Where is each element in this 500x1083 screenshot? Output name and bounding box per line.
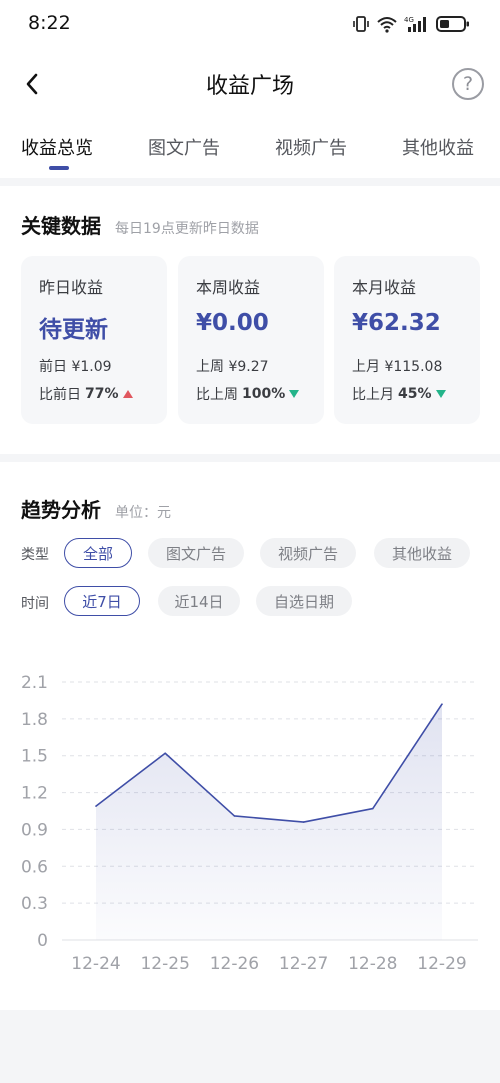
data-point — [233, 815, 236, 817]
kpi-label: 昨日收益 — [39, 278, 104, 297]
y-tick-label: 0.9 — [21, 820, 48, 840]
help-icon[interactable]: ? — [452, 68, 484, 100]
y-tick-label: 0.3 — [21, 894, 48, 914]
key-data-title: 关键数据 — [21, 214, 101, 238]
time-filter-label: 时间 — [21, 596, 49, 612]
key-data-card: 关键数据 每日19点更新昨日数据 昨日收益 待更新 前日 ¥1.09 比前日 77… — [0, 186, 500, 454]
y-tick-label: 0 — [37, 931, 48, 951]
x-tick-label: 12-27 — [279, 954, 328, 974]
kpi-prev: 上周 ¥9.27 — [196, 359, 269, 375]
trend-title: 趋势分析 — [21, 498, 101, 522]
header-area: 8:22 4G 收益广场 ? 收益总览 图文广告 视频广告 其他收益 — [0, 0, 500, 178]
type-chip-image-text[interactable]: 图文广告 — [148, 538, 244, 568]
x-tick-label: 12-29 — [417, 954, 466, 974]
tab-overview[interactable]: 收益总览 — [21, 134, 93, 160]
y-tick-label: 0.6 — [21, 857, 48, 877]
active-tab-indicator — [49, 166, 69, 170]
data-point — [441, 703, 443, 705]
kpi-prev: 上月 ¥115.08 — [352, 359, 443, 375]
tab-image-text-ads[interactable]: 图文广告 — [148, 134, 220, 160]
kpi-card-week[interactable]: 本周收益 ¥0.00 上周 ¥9.27 比上周 100% — [178, 256, 324, 424]
type-chip-other[interactable]: 其他收益 — [374, 538, 470, 568]
tab-other-income[interactable]: 其他收益 — [402, 134, 474, 160]
kpi-value: ¥0.00 — [196, 310, 269, 336]
kpi-compare: 比前日 77% — [39, 384, 133, 404]
kpi-card-month[interactable]: 本月收益 ¥62.32 上月 ¥115.08 比上月 45% — [334, 256, 480, 424]
y-tick-label: 1.2 — [21, 784, 48, 804]
x-tick-label: 12-24 — [71, 954, 120, 974]
y-tick-label: 2.1 — [21, 673, 48, 693]
key-data-header: 关键数据 每日19点更新昨日数据 — [21, 210, 259, 239]
type-chip-video[interactable]: 视频广告 — [260, 538, 356, 568]
tab-bar: 收益总览 图文广告 视频广告 其他收益 — [0, 122, 500, 178]
trend-unit: 单位：元 — [115, 505, 171, 521]
x-tick-label: 12-28 — [348, 954, 397, 974]
y-tick-label: 1.5 — [21, 747, 48, 767]
signal-icon: 4G — [404, 16, 426, 32]
data-point — [95, 805, 97, 807]
type-filter-label: 类型 — [21, 547, 49, 563]
wifi-icon — [377, 17, 397, 33]
kpi-value: ¥62.32 — [352, 310, 441, 336]
y-tick-label: 1.8 — [21, 710, 48, 730]
data-point — [302, 821, 305, 823]
vibrate-icon — [353, 16, 369, 32]
nav-bar: 收益广场 ? — [0, 48, 500, 122]
kpi-compare: 比上周 100% — [196, 384, 300, 404]
series-area — [96, 704, 442, 940]
data-point — [164, 752, 166, 755]
time-chip-custom[interactable]: 自选日期 — [256, 586, 352, 616]
status-time: 8:22 — [28, 12, 71, 34]
kpi-label: 本周收益 — [196, 278, 261, 297]
page-title: 收益广场 — [205, 74, 294, 99]
trend-up-icon — [122, 390, 133, 398]
x-tick-label: 12-26 — [210, 954, 259, 974]
kpi-prev: 前日 ¥1.09 — [39, 359, 112, 375]
data-point — [372, 807, 374, 810]
kpi-card-yesterday[interactable]: 昨日收益 待更新 前日 ¥1.09 比前日 77% — [21, 256, 167, 424]
key-data-subtitle: 每日19点更新昨日数据 — [115, 221, 259, 237]
kpi-compare: 比上月 45% — [352, 384, 446, 404]
time-chip-14d[interactable]: 近14日 — [158, 586, 240, 616]
status-bar: 8:22 4G — [0, 0, 500, 48]
kpi-value: 待更新 — [39, 317, 108, 343]
network-type: 4G — [404, 16, 414, 24]
kpi-label: 本月收益 — [352, 278, 417, 297]
battery-icon — [436, 16, 469, 32]
type-chip-all[interactable]: 全部 — [64, 538, 132, 568]
status-icons: 4G — [352, 14, 470, 34]
trend-chart: 0 0.3 0.6 0.9 1.2 1.5 1.8 2.1 12-24 12-25 12-26 12… — [21, 673, 478, 974]
tab-video-ads[interactable]: 视频广告 — [275, 134, 347, 160]
trend-down-icon — [435, 390, 446, 398]
trend-header: 趋势分析 单位：元 — [21, 494, 171, 523]
time-chip-7d[interactable]: 近7日 — [64, 586, 140, 616]
x-tick-label: 12-25 — [140, 954, 189, 974]
trend-down-icon — [289, 390, 300, 398]
